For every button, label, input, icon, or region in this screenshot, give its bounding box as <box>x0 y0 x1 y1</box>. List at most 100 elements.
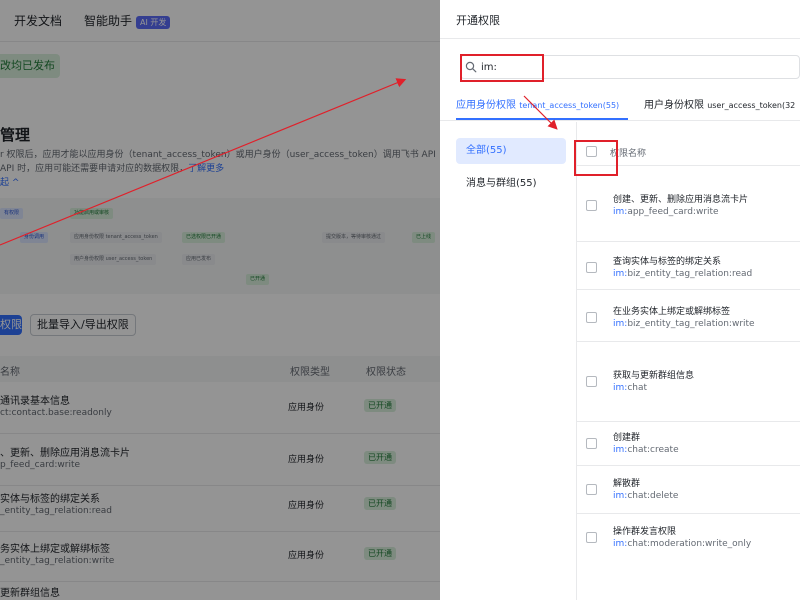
background-page: 开发文档 智能助手 AI 开发 改均已发布 管理 r 权限后，应用才能以应用身份（… <box>0 0 440 600</box>
search-input[interactable] <box>481 59 781 75</box>
item-name: 在业务实体上绑定或解绑标签 <box>613 307 731 317</box>
scope-prefix: im: <box>613 539 628 549</box>
tab-app-identity-count: tenant_access_token(55) <box>519 101 620 110</box>
scope-prefix: im: <box>613 383 628 393</box>
list-item[interactable]: 在业务实体上绑定或解绑标签 im:biz_entity_tag_relation… <box>576 290 800 342</box>
status-badge: 已开通 <box>364 451 396 464</box>
divider <box>440 38 800 39</box>
ai-badge: AI 开发 <box>136 16 171 29</box>
flow-chip: 已上线 <box>412 232 436 243</box>
list-item[interactable]: 操作群发言权限 im:chat:moderation:write_only <box>576 514 800 562</box>
item-name: 创建、更新、删除应用消息流卡片 <box>613 195 749 205</box>
item-checkbox[interactable] <box>586 200 597 211</box>
item-scope: im:biz_entity_tag_relation:write <box>613 319 755 329</box>
row-name: 务实体上绑定或解绑标签 <box>0 544 110 555</box>
list-item[interactable]: 解散群 im:chat:delete <box>576 466 800 514</box>
list-item[interactable]: 创建群 im:chat:create <box>576 422 800 466</box>
table-row: 、更新、删除应用消息流卡片 p_feed_card:write 应用身份 已开通 <box>0 434 440 486</box>
scope-rest: chat <box>627 383 648 393</box>
scope-rest: chat:moderation:write_only <box>627 539 752 549</box>
item-checkbox[interactable] <box>586 532 597 543</box>
tab-user-identity[interactable]: 用户身份权限 user_access_token(32 <box>644 96 795 111</box>
flow-chip: 应用已发布 <box>182 254 216 265</box>
tab-user-identity-label: 用户身份权限 <box>644 100 704 111</box>
scope-rest: app_feed_card:write <box>627 207 719 217</box>
flow-chip: 用户身份权限 user_access_token <box>70 254 157 265</box>
permission-title: 管理 <box>0 126 31 144</box>
row-name: 通讯录基本信息 <box>0 396 70 407</box>
open-permission-drawer: 开通权限 应用身份权限 tenant_access_token(55) 用户身份… <box>440 0 800 600</box>
status-badge: 已开通 <box>364 547 396 560</box>
top-nav: 开发文档 智能助手 AI 开发 <box>0 0 440 42</box>
item-checkbox[interactable] <box>586 484 597 495</box>
flow-chip: 提交版本，等待审核通过 <box>322 232 386 243</box>
row-scope: ct:contact.base:readonly <box>0 408 112 418</box>
category-message-group[interactable]: 消息与群组(55) <box>466 174 537 189</box>
row-scope: _entity_tag_relation:write <box>0 556 115 566</box>
row-type: 应用身份 <box>288 501 325 511</box>
col-name: 名称 <box>0 367 20 378</box>
scope-prefix: im: <box>613 319 628 329</box>
item-name: 获取与更新群组信息 <box>613 371 695 381</box>
row-type: 应用身份 <box>288 551 325 561</box>
row-name: 、更新、删除应用消息流卡片 <box>0 448 130 459</box>
perm-desc-line-1: r 权限后，应用才能以应用身份（tenant_access_token）或用户身… <box>0 150 436 160</box>
item-checkbox[interactable] <box>586 312 597 323</box>
list-item[interactable]: 查询实体与标签的绑定关系 im:biz_entity_tag_relation:… <box>576 242 800 290</box>
col-status: 权限状态 <box>366 367 406 378</box>
nav-smart-assistant-label: 智能助手 <box>84 14 133 28</box>
list-item[interactable]: 创建、更新、删除应用消息流卡片 im:app_feed_card:write <box>576 166 800 242</box>
category-all[interactable]: 全部(55) <box>456 138 566 164</box>
item-name: 创建群 <box>613 433 641 443</box>
flow-chip: 有权限 <box>0 208 24 219</box>
perm-desc-line-2: API 时，应用可能还需要申请对应的数据权限，了解更多 <box>0 162 440 176</box>
row-scope: _entity_tag_relation:read <box>0 506 112 516</box>
item-name: 解散群 <box>613 479 641 489</box>
batch-import-export-button[interactable]: 批量导入/导出权限 <box>30 314 136 336</box>
list-header-label: 权限名称 <box>610 149 647 159</box>
table-row: 务实体上绑定或解绑标签 _entity_tag_relation:write 应… <box>0 530 440 582</box>
scope-rest: biz_entity_tag_relation:read <box>627 269 753 279</box>
item-checkbox[interactable] <box>586 438 597 449</box>
search-box[interactable] <box>460 55 800 79</box>
permission-table-header: 名称 权限类型 权限状态 <box>0 356 440 382</box>
row-scope: p_feed_card:write <box>0 460 81 470</box>
tab-app-identity-label: 应用身份权限 <box>456 100 516 111</box>
list-item[interactable]: 获取与更新群组信息 im:chat <box>576 342 800 422</box>
status-badge: 已开通 <box>364 497 396 510</box>
item-scope: im:chat:delete <box>613 491 678 501</box>
row-name: 更新群组信息 <box>0 588 60 599</box>
permission-flow-diagram: 有权限 功能启用或审核 身份调用 应用身份权限 tenant_access_to… <box>0 198 440 294</box>
item-scope: im:app_feed_card:write <box>613 207 719 217</box>
perm-desc-text: API 时，应用可能还需要申请对应的数据权限， <box>0 164 189 174</box>
col-type: 权限类型 <box>290 367 330 378</box>
flow-chip: 应用身份权限 tenant_access_token <box>70 232 162 243</box>
item-scope: im:biz_entity_tag_relation:read <box>613 269 752 279</box>
search-icon <box>465 61 477 73</box>
learn-more-link[interactable]: 了解更多 <box>188 164 224 174</box>
item-scope: im:chat:create <box>613 445 679 455</box>
item-checkbox[interactable] <box>586 262 597 273</box>
divider <box>440 120 800 121</box>
collapse-toggle[interactable]: 起 ^ <box>0 176 440 190</box>
item-name: 操作群发言权限 <box>613 527 677 537</box>
open-permission-button[interactable]: 权限 <box>0 315 22 335</box>
item-scope: im:chat:moderation:write_only <box>613 539 751 549</box>
select-all-checkbox[interactable] <box>586 146 597 157</box>
table-row: 实体与标签的绑定关系 _entity_tag_relation:read 应用身… <box>0 480 440 532</box>
tab-user-identity-count: user_access_token(32 <box>707 101 796 110</box>
table-row: 通讯录基本信息 ct:contact.base:readonly 应用身份 已开… <box>0 382 440 434</box>
drawer-title: 开通权限 <box>456 14 500 27</box>
scope-prefix: im: <box>613 491 628 501</box>
item-scope: im:chat <box>613 383 647 393</box>
tab-app-identity[interactable]: 应用身份权限 tenant_access_token(55) <box>456 96 619 111</box>
nav-dev-docs[interactable]: 开发文档 <box>14 12 62 29</box>
scope-prefix: im: <box>613 207 628 217</box>
item-checkbox[interactable] <box>586 376 597 387</box>
status-badge: 已开通 <box>364 399 396 412</box>
scope-rest: biz_entity_tag_relation:write <box>627 319 755 329</box>
nav-smart-assistant[interactable]: 智能助手 AI 开发 <box>84 12 171 29</box>
scope-rest: chat:create <box>627 445 679 455</box>
scope-rest: chat:delete <box>627 491 679 501</box>
flow-chip: 身份调用 <box>20 232 49 243</box>
